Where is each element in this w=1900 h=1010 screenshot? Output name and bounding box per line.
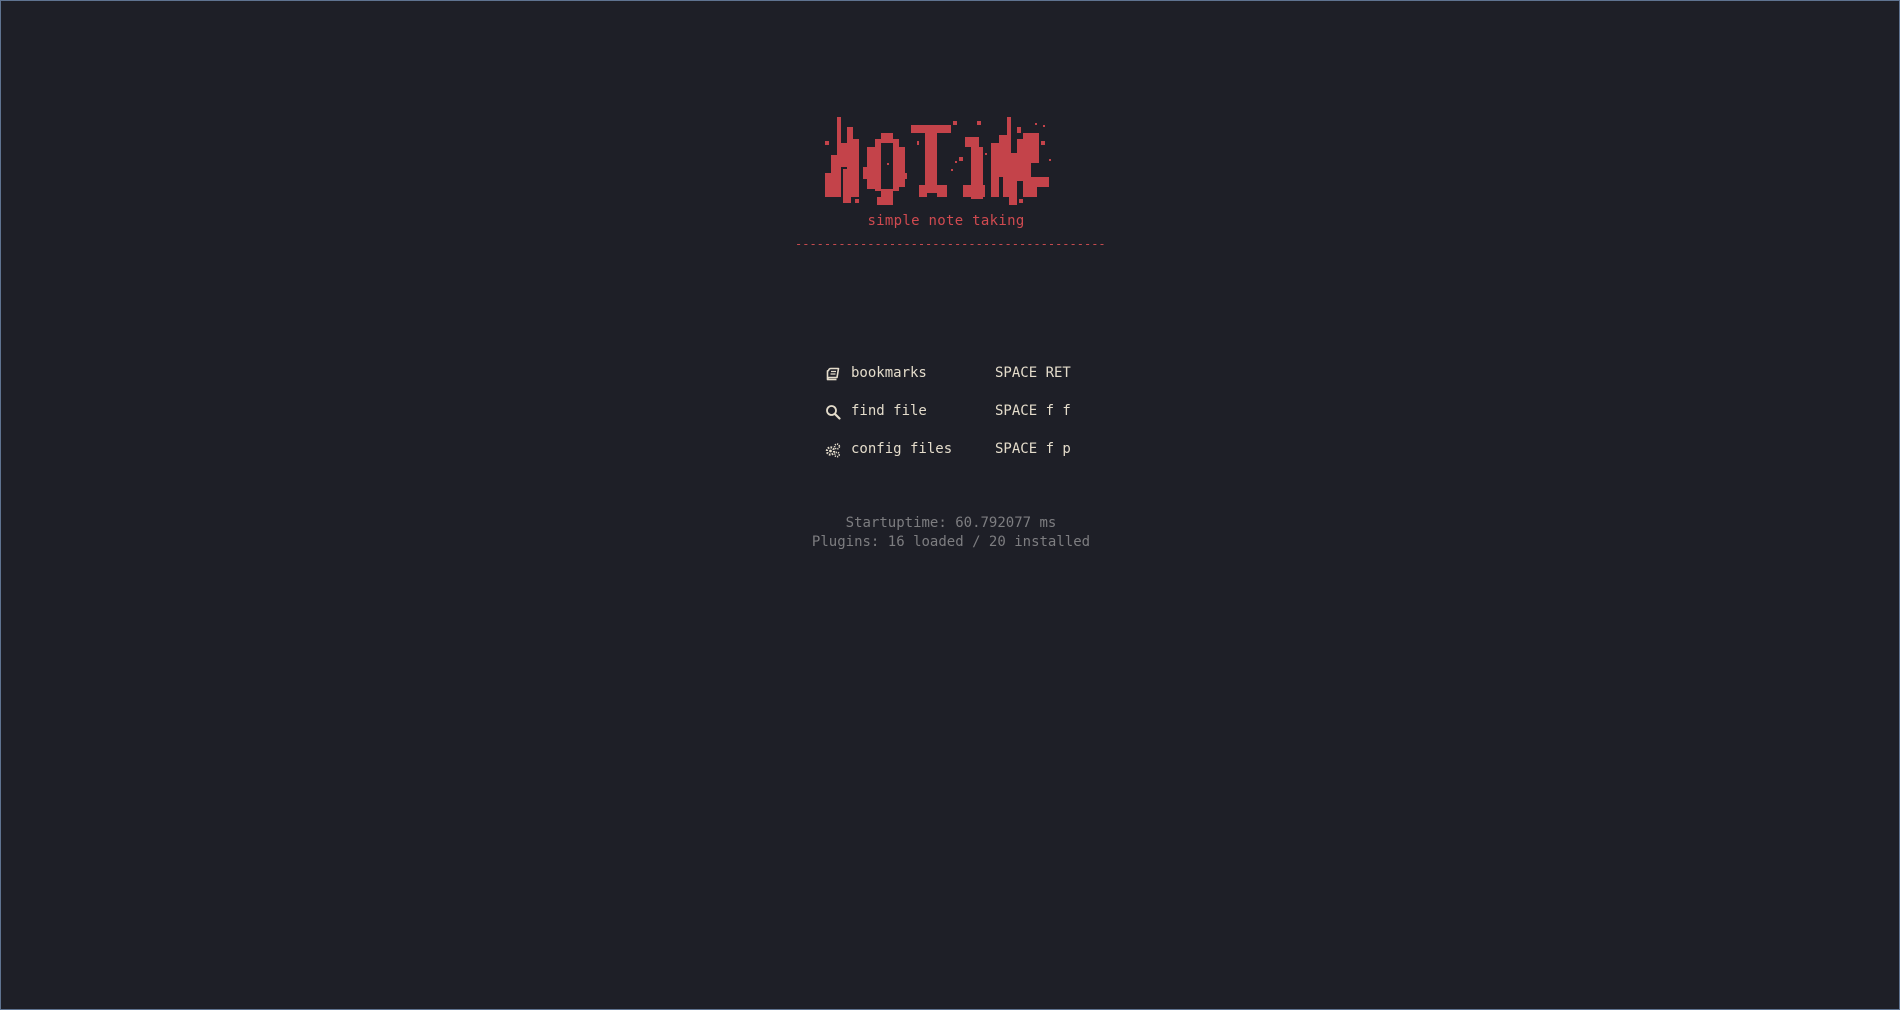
menu-item-shortcut: SPACE RET bbox=[995, 365, 1071, 381]
menu-item-bookmarks[interactable]: bookmarks SPACE RET bbox=[823, 363, 1083, 387]
dashboard-menu: bookmarks SPACE RET find file SPACE f f … bbox=[823, 363, 1083, 477]
dashboard-window: simple note taking ---------------------… bbox=[0, 0, 1900, 1010]
menu-item-label: config files bbox=[851, 441, 953, 457]
notim-logo bbox=[825, 117, 1051, 205]
tagline: simple note taking bbox=[867, 213, 1025, 229]
menu-item-shortcut: SPACE f p bbox=[995, 441, 1071, 457]
menu-item-config-files[interactable]: config files SPACE f p bbox=[823, 439, 1083, 463]
menu-item-shortcut: SPACE f f bbox=[995, 403, 1071, 419]
search-icon bbox=[826, 405, 841, 420]
menu-item-label: bookmarks bbox=[851, 365, 927, 381]
menu-item-label: find file bbox=[851, 403, 927, 419]
gears-icon bbox=[825, 443, 841, 458]
book-icon bbox=[826, 367, 840, 381]
menu-item-find-file[interactable]: find file SPACE f f bbox=[823, 401, 1083, 425]
divider: ----------------------------------------… bbox=[795, 237, 1107, 251]
plugins-status: Plugins: 16 loaded / 20 installed bbox=[811, 534, 1091, 550]
startup-time: Startuptime: 60.792077 ms bbox=[845, 515, 1057, 531]
